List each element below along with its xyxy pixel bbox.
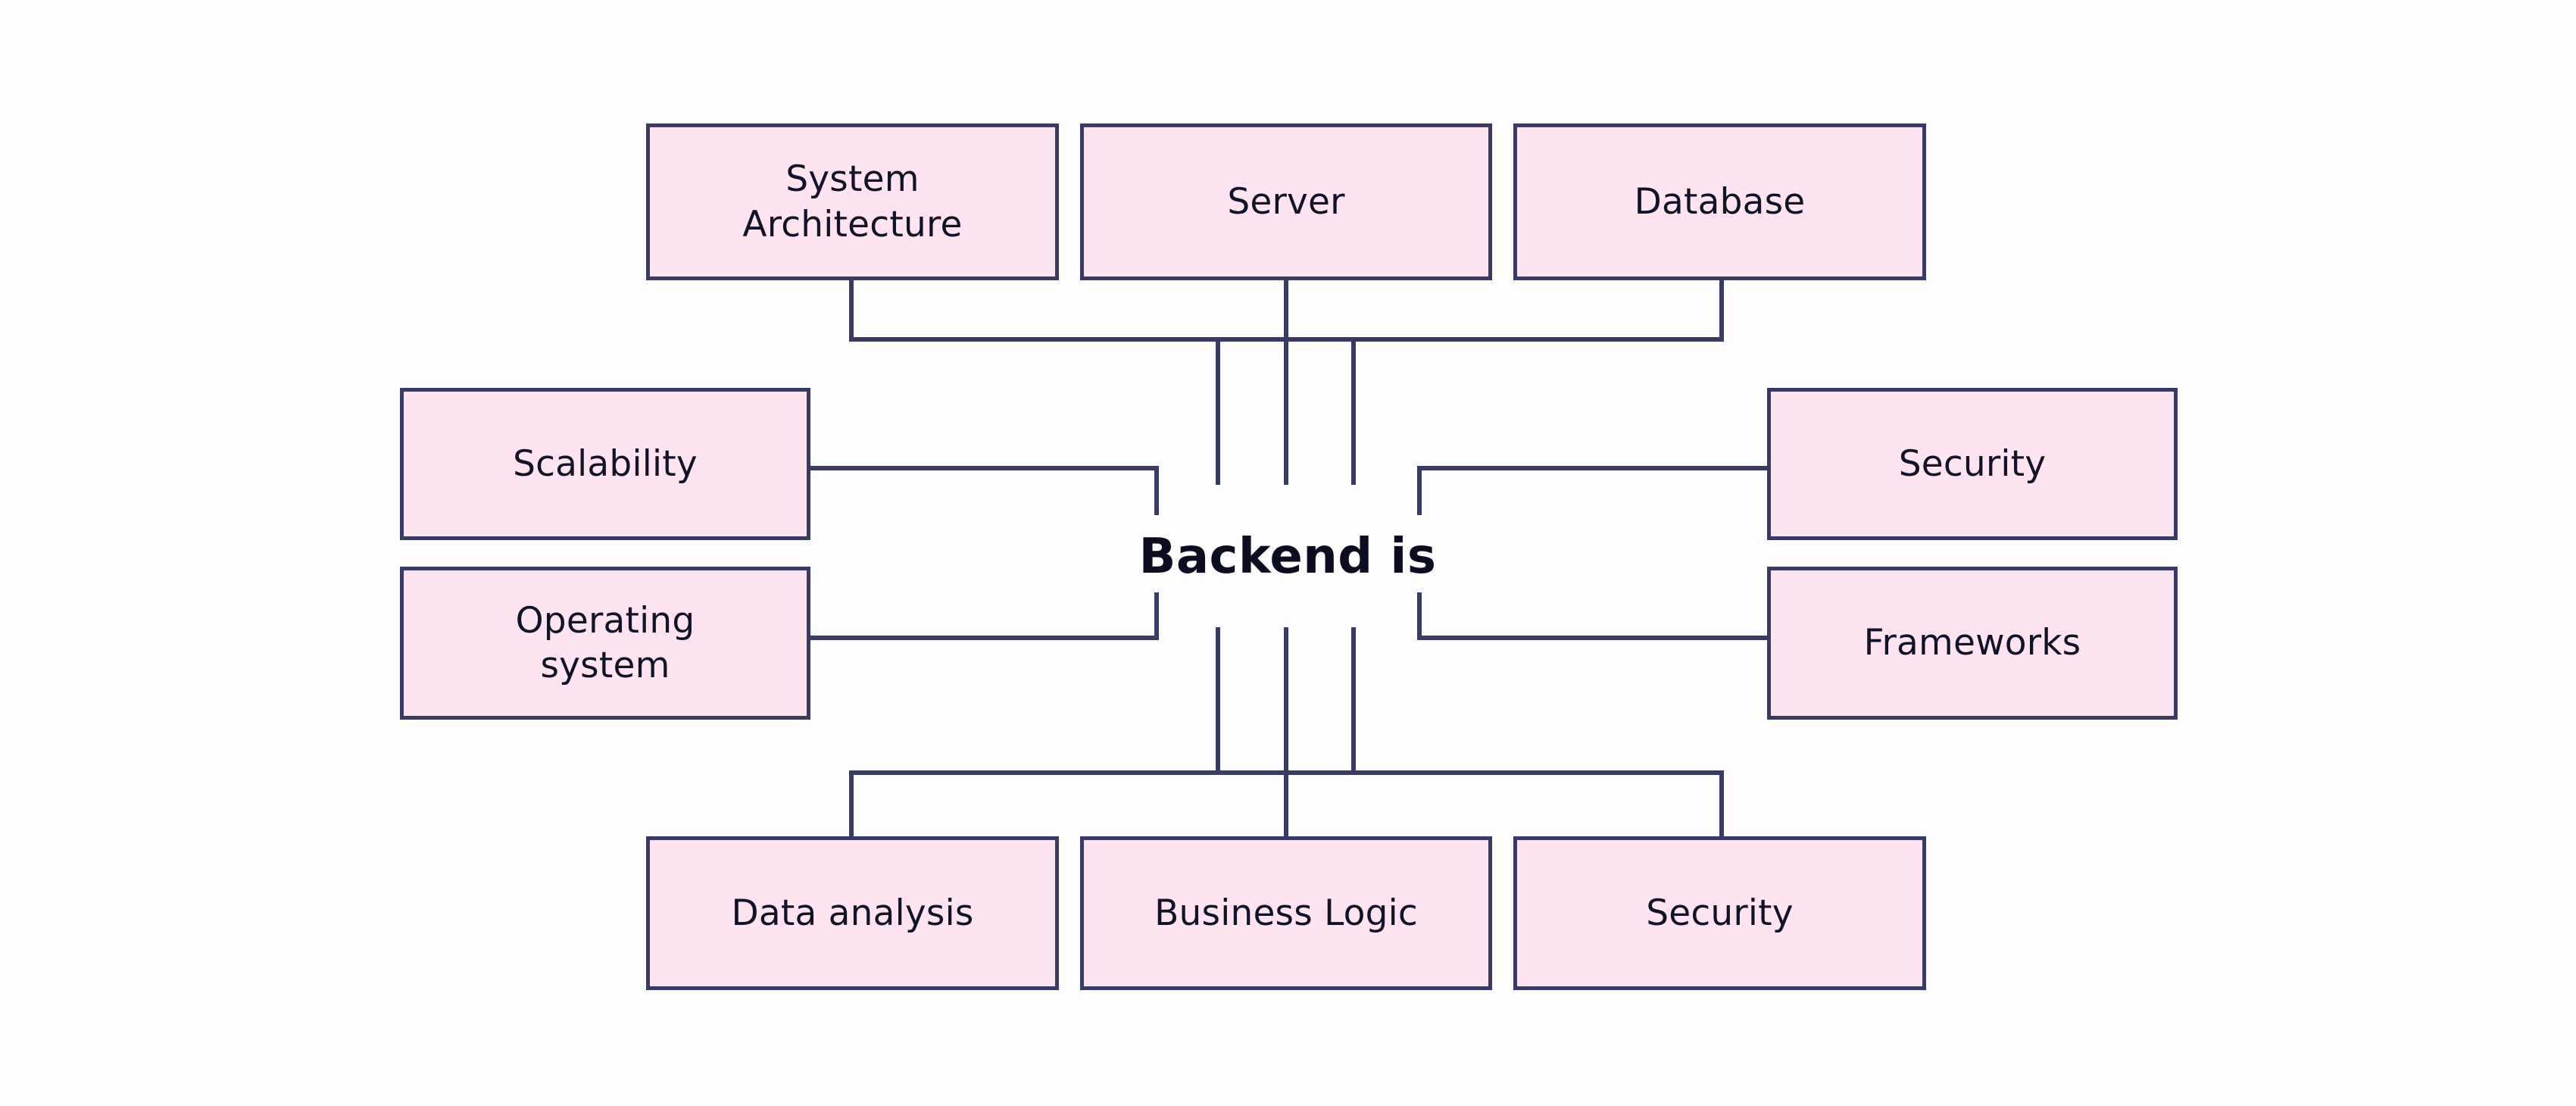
node-frameworks[interactable]: Frameworks: [1767, 567, 2178, 720]
node-label: Security: [1898, 442, 2047, 485]
node-server[interactable]: Server: [1080, 123, 1492, 280]
connector-scalability-to-center: [810, 466, 1159, 515]
node-security-right[interactable]: Security: [1767, 388, 2178, 540]
node-label: Operating system: [515, 599, 695, 686]
connector-frameworks-to-center: [1417, 592, 1767, 640]
node-label: Frameworks: [1863, 622, 2081, 664]
connector-security-right-to-center: [1417, 466, 1767, 515]
connector-security-bottom-to-center: [1216, 627, 1724, 836]
connector-database-to-center: [1216, 280, 1724, 485]
node-label: Database: [1634, 180, 1806, 223]
node-data-analysis[interactable]: Data analysis: [646, 836, 1059, 990]
node-database[interactable]: Database: [1513, 123, 1926, 280]
node-operating-system[interactable]: Operating system: [400, 567, 810, 720]
node-label: Scalability: [513, 442, 698, 485]
center-label: Backend is: [1138, 529, 1437, 585]
node-label: Data analysis: [731, 892, 974, 934]
node-label: Server: [1227, 180, 1345, 223]
node-label: System Architecture: [742, 158, 963, 245]
connector-system-architecture-to-center: [849, 280, 1356, 485]
node-business-logic[interactable]: Business Logic: [1080, 836, 1492, 990]
connector-operating-system-to-center: [810, 592, 1159, 640]
node-scalability[interactable]: Scalability: [400, 388, 810, 540]
diagram-canvas: System Architecture Server Database Scalabil…: [0, 0, 2576, 1106]
node-system-architecture[interactable]: System Architecture: [646, 123, 1059, 280]
node-security-bottom[interactable]: Security: [1513, 836, 1926, 990]
node-label: Security: [1646, 892, 1794, 934]
node-label: Business Logic: [1154, 892, 1418, 934]
connector-data-analysis-to-center: [849, 627, 1356, 836]
